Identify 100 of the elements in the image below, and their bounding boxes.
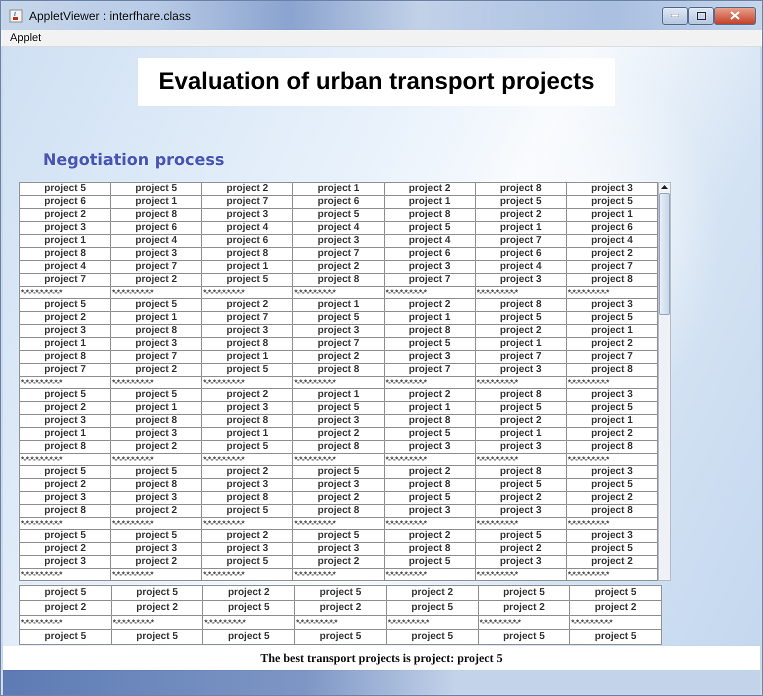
- table-cell: project 5: [20, 183, 112, 196]
- table-cell: project 2: [111, 505, 202, 518]
- minimize-button[interactable]: [662, 6, 688, 24]
- table-cell: project 1: [20, 338, 112, 351]
- table-cell: project 3: [20, 556, 112, 569]
- separator-text: *-*-*-*-*-*-*-*-*: [386, 456, 426, 464]
- minimize-icon: [671, 14, 679, 17]
- table-cell: project 5: [476, 196, 567, 209]
- scrollbar[interactable]: [658, 182, 671, 581]
- table-cell: project 5: [111, 299, 202, 312]
- menu-item[interactable]: Applet: [7, 32, 44, 44]
- table-cell: project 3: [293, 543, 385, 556]
- table-cell: project 8: [384, 415, 476, 428]
- separator-text: *-*-*-*-*-*-*-*-*: [294, 570, 336, 578]
- table-cell: project 8: [384, 543, 476, 556]
- table-cell: project 7: [111, 351, 202, 364]
- table-cell: project 2: [20, 209, 112, 222]
- table-cell: project 5: [111, 389, 202, 402]
- table-cell: project 6: [20, 196, 112, 209]
- table-cell: project 3: [111, 543, 202, 556]
- separator-text: *-*-*-*-*-*-*-*-*: [568, 288, 609, 296]
- separator-text: *-*-*-*-*-*-*-*-*: [568, 456, 609, 464]
- table-cell: project 3: [111, 492, 202, 505]
- table-cell: project 1: [202, 428, 294, 441]
- close-button[interactable]: [714, 6, 756, 24]
- table-cell: project 3: [202, 325, 294, 338]
- table-cell: project 7: [202, 196, 294, 209]
- table-cell: project 7: [293, 248, 385, 261]
- table-cell: project 1: [476, 338, 567, 351]
- table-cell: project 2: [202, 183, 294, 196]
- table-cell: project 1: [384, 196, 476, 209]
- table-cell: project 5: [111, 466, 202, 479]
- separator-text: *-*-*-*-*-*-*-*-*: [476, 378, 518, 386]
- table-cell: project 5: [202, 274, 294, 287]
- separator-text: *-*-*-*-*-*-*-*-*: [21, 618, 62, 626]
- scroll-up-icon[interactable]: [660, 183, 669, 191]
- separator-text: *-*-*-*-*-*-*-*-*: [480, 618, 520, 626]
- table-cell: project 5: [203, 601, 296, 616]
- table-cell: project 8: [476, 183, 567, 196]
- table-cell: project 8: [293, 364, 385, 377]
- separator-text: *-*-*-*-*-*-*-*-*: [204, 618, 246, 626]
- table-cell: project 2: [111, 441, 202, 454]
- separator-text: *-*-*-*-*-*-*-*-*: [296, 618, 337, 626]
- table-cell: project 6: [476, 248, 567, 261]
- table-cell: project 3: [111, 428, 202, 441]
- table-cell: project 5: [293, 209, 385, 222]
- table-cell: project 5: [111, 530, 202, 543]
- table-cell: project 5: [20, 630, 112, 645]
- separator-text: *-*-*-*-*-*-*-*-*: [203, 456, 244, 464]
- table-cell: project 2: [111, 364, 202, 377]
- table-cell: project 2: [384, 389, 476, 402]
- table-cell: project 1: [111, 312, 202, 325]
- table-cell: project 1: [476, 222, 567, 235]
- separator-text: *-*-*-*-*-*-*-*-*: [386, 288, 426, 296]
- table-cell: project 7: [20, 274, 112, 287]
- table-cell: project 3: [202, 543, 294, 556]
- separator-text: *-*-*-*-*-*-*-*-*: [112, 288, 153, 296]
- table-cell: project 5: [202, 364, 294, 377]
- table-cell: project 1: [476, 428, 567, 441]
- table-cell: project 5: [386, 601, 479, 616]
- table-cell: project 2: [384, 299, 476, 312]
- table-cell: project 2: [386, 586, 479, 601]
- separator-text: *-*-*-*-*-*-*-*-*: [203, 570, 244, 578]
- table-cell: project 4: [384, 235, 476, 248]
- separator-text: *-*-*-*-*-*-*-*-*: [203, 378, 244, 386]
- table-cell: project 3: [476, 274, 567, 287]
- separator-text: *-*-*-*-*-*-*-*-*: [568, 520, 609, 528]
- section-title: Negotiation process: [43, 150, 226, 169]
- table-cell: project 5: [570, 630, 662, 645]
- scroll-thumb[interactable]: [659, 193, 670, 315]
- table-cell: project 5: [293, 466, 385, 479]
- table-cell: project 3: [20, 415, 112, 428]
- table-cell: project 2: [293, 556, 385, 569]
- table-cell: project 3: [384, 441, 476, 454]
- table-cell: project 4: [111, 235, 202, 248]
- table-cell: project 8: [111, 479, 202, 492]
- separator-text: *-*-*-*-*-*-*-*-*: [21, 520, 62, 528]
- table-cell: project 8: [293, 274, 385, 287]
- separator-text: *-*-*-*-*-*-*-*-*: [21, 456, 62, 464]
- table-cell: project 5: [20, 466, 112, 479]
- table-cell: project 3: [202, 402, 294, 415]
- table-cell: project 3: [111, 248, 202, 261]
- table-cell: project 2: [202, 466, 294, 479]
- table-cell: project 8: [202, 248, 294, 261]
- table-cell: project 8: [476, 389, 567, 402]
- table-cell: project 5: [384, 428, 476, 441]
- table-cell: project 5: [112, 630, 204, 645]
- table-cell: project 2: [384, 466, 476, 479]
- table-cell: project 1: [20, 428, 112, 441]
- table-cell: project 7: [384, 364, 476, 377]
- table-cell: project 4: [202, 222, 294, 235]
- separator-text: *-*-*-*-*-*-*-*-*: [568, 378, 609, 386]
- close-icon: [730, 11, 740, 20]
- table-cell: project 3: [202, 479, 294, 492]
- table-cell: project 4: [20, 261, 112, 274]
- maximize-button[interactable]: [688, 6, 714, 24]
- table-cell: project 5: [20, 389, 112, 402]
- separator-text: *-*-*-*-*-*-*-*-*: [112, 456, 153, 464]
- window-title: AppletViewer : interfhare.class: [29, 8, 192, 22]
- table-cell: project 2: [293, 428, 385, 441]
